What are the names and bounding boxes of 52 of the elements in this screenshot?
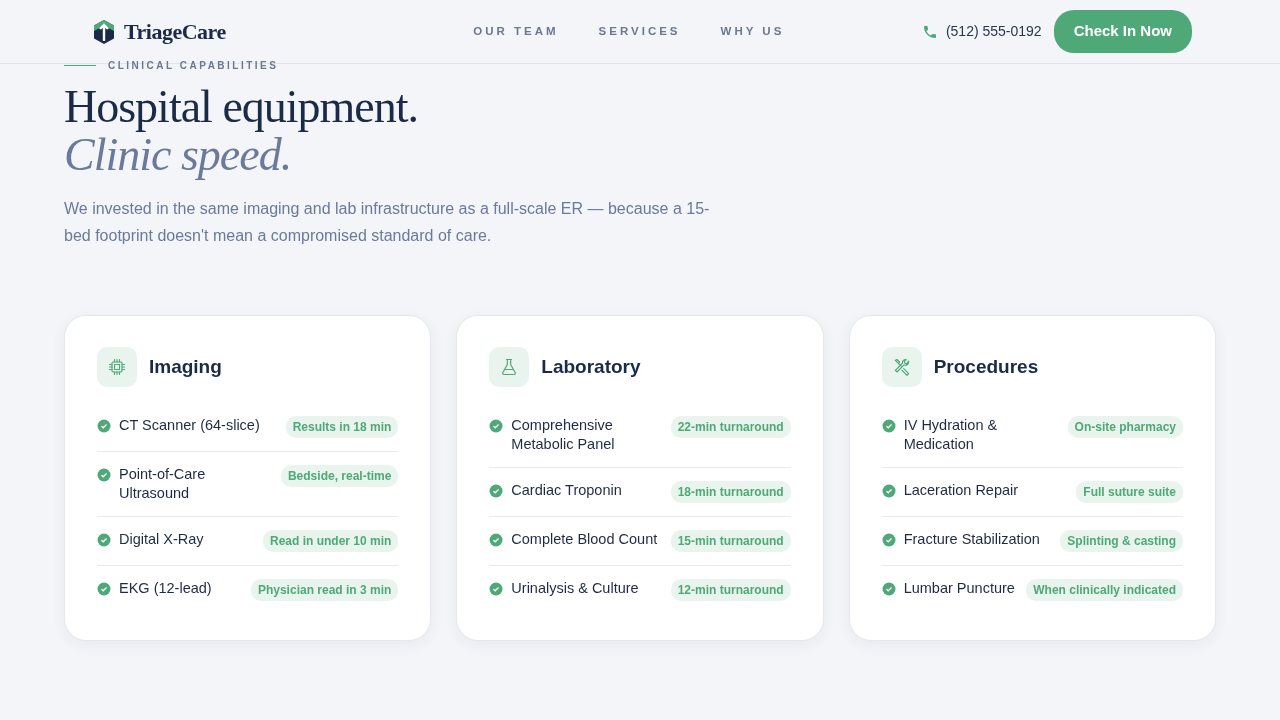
section-eyebrow: CLINICAL CAPABILITIES — [108, 58, 279, 73]
check-icon — [489, 484, 504, 498]
check-icon — [97, 419, 111, 433]
service-name: IV Hydration & Medication — [903, 416, 999, 454]
check-icon — [97, 468, 111, 482]
check-icon — [881, 419, 896, 433]
turnaround-tag: Read in under 10 min — [262, 530, 399, 552]
chip-icon — [107, 357, 127, 377]
logo-icon — [92, 18, 116, 45]
turnaround-tag: 15-min turnaround — [670, 530, 791, 552]
nav-link[interactable]: SERVICES — [598, 22, 681, 41]
check-icon — [881, 582, 896, 596]
phone-icon — [921, 23, 938, 40]
check-icon — [489, 419, 504, 433]
turnaround-tag: 12-min turnaround — [670, 579, 791, 601]
turnaround-tag: 18-min turnaround — [670, 481, 791, 503]
service-name: Digital X-Ray — [119, 530, 205, 549]
turnaround-tag: 22-min turnaround — [670, 416, 791, 438]
service-name: Point-of-Care Ultrasound — [119, 465, 207, 503]
service-name: Cardiac Troponin — [511, 481, 623, 500]
service-name: CT Scanner (64-slice) — [119, 416, 261, 435]
turnaround-tag: When clinically indicated — [1026, 579, 1183, 601]
headline: Hospital equipment. — [64, 83, 420, 131]
card-title: Procedures — [933, 354, 1039, 379]
service-name: Laceration Repair — [903, 481, 1020, 500]
headline-italic: Clinic speed. — [64, 131, 292, 179]
nav-link[interactable]: WHY US — [720, 22, 785, 41]
turnaround-tag: Results in 18 min — [285, 416, 399, 438]
phone-link[interactable]: (512) 555-0192 — [945, 21, 1042, 42]
service-name: Lumbar Puncture — [903, 579, 1016, 598]
turnaround-tag: Bedside, real-time — [280, 465, 399, 487]
nav-link[interactable]: OUR TEAM — [473, 22, 559, 41]
card-title: Laboratory — [541, 354, 641, 379]
service-name: Fracture Stabilization — [903, 530, 1041, 549]
check-icon — [489, 533, 504, 547]
turnaround-tag: On-site pharmacy — [1067, 416, 1183, 438]
card-title: Imaging — [149, 354, 222, 379]
service-name: EKG (12-lead) — [119, 579, 213, 598]
intro-paragraph: We invested in the same imaging and lab infrastructure as a full-scale ER — because a 15-bed footprint doesn't mean a compromised standard of care. — [64, 199, 711, 246]
check-icon — [489, 582, 504, 596]
brand-name[interactable]: TriageCare — [124, 15, 226, 48]
check-icon — [97, 533, 111, 547]
turnaround-tag: Full suture suite — [1076, 481, 1183, 503]
check-icon — [881, 484, 896, 498]
check-in-button[interactable]: Check In Now — [1053, 10, 1192, 53]
check-icon — [97, 582, 111, 596]
turnaround-tag: Splinting & casting — [1060, 530, 1183, 552]
service-name: Urinalysis & Culture — [511, 579, 640, 598]
service-name: Complete Blood Count — [511, 530, 659, 549]
turnaround-tag: Physician read in 3 min — [250, 579, 399, 601]
service-name: Comprehensive Metabolic Panel — [511, 416, 616, 454]
check-icon — [881, 533, 896, 547]
